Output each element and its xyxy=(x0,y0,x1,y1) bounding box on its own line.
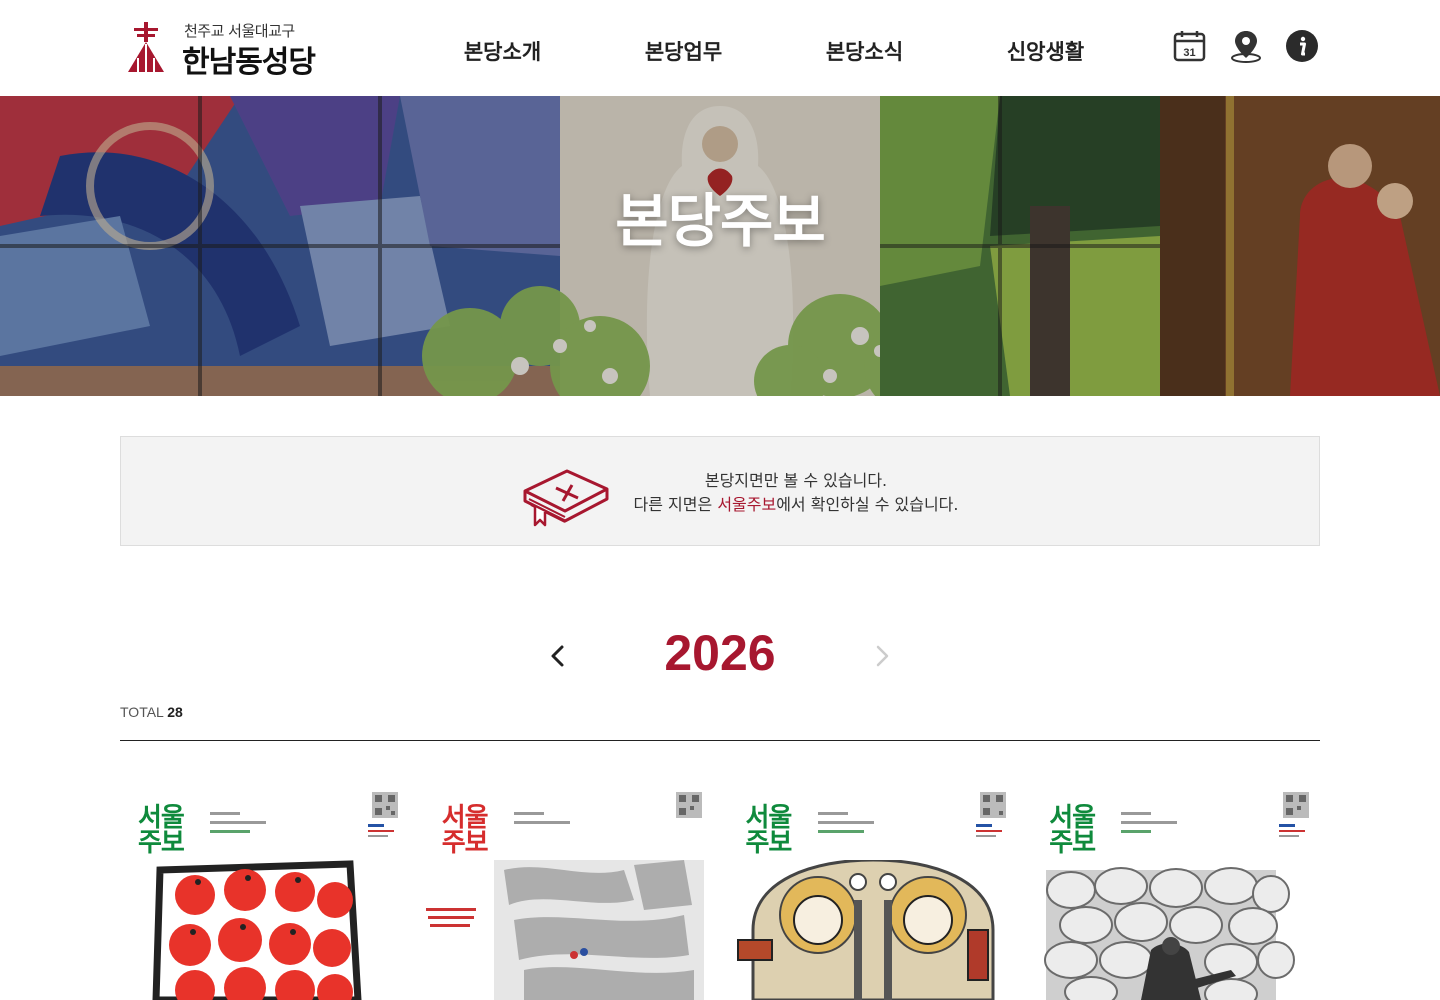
location-pin-icon xyxy=(1231,31,1261,63)
cover-art-image xyxy=(152,860,362,1000)
cover-meta xyxy=(210,812,280,839)
list-divider xyxy=(120,740,1320,741)
cover-title: 서울 주보 xyxy=(1049,805,1096,858)
notice-line-2-suffix: 에서 확인하실 수 있습니다. xyxy=(776,495,959,514)
seoul-bulletin-link[interactable]: 서울주보 xyxy=(717,495,776,514)
cover-meta xyxy=(513,812,584,830)
qr-code-icon xyxy=(1283,792,1310,818)
bulletin-card[interactable]: 서울 주보 xyxy=(727,780,1017,1000)
total-label: TOTAL xyxy=(120,704,164,720)
calendar-day: 31 xyxy=(1183,47,1195,59)
total-number: 28 xyxy=(167,704,183,720)
bulletin-card[interactable]: 서울 주보 xyxy=(120,780,409,1000)
qr-code-icon xyxy=(372,792,398,818)
bible-icon xyxy=(523,469,609,527)
bulletin-list: 서울 주보 서울 주보 서울 주보 서울 주보 xyxy=(120,780,1320,1000)
site-header: 천주교 서울대교구 한남동성당 본당소개 본당업무 본당소식 신앙생활 31 xyxy=(0,0,1440,96)
utility-menu: 31 xyxy=(1172,28,1320,64)
total-count: TOTAL 28 xyxy=(120,704,183,720)
chevron-left-icon xyxy=(551,645,564,667)
cover-title: 서울 주보 xyxy=(745,805,793,858)
cover-tag-icon xyxy=(1279,824,1306,837)
cover-tag-icon xyxy=(368,824,394,837)
qr-code-icon xyxy=(979,792,1006,818)
cover-art-image xyxy=(736,860,994,1000)
bulletin-card[interactable]: 서울 주보 xyxy=(1031,780,1320,1000)
bulletin-card[interactable]: 서울 주보 xyxy=(423,780,713,1000)
location-button[interactable] xyxy=(1228,28,1264,64)
current-year: 2026 xyxy=(664,625,776,681)
site-logo[interactable]: 천주교 서울대교구 한남동성당 xyxy=(124,18,354,80)
logo-title: 한남동성당 xyxy=(182,45,316,80)
nav-item-services[interactable]: 본당업무 xyxy=(593,36,774,66)
cover-title: 서울 주보 xyxy=(441,805,489,858)
next-year-button[interactable] xyxy=(864,638,900,674)
cover-tag-icon xyxy=(975,824,1002,837)
nav-item-about[interactable]: 본당소개 xyxy=(412,36,593,66)
calendar-icon: 31 xyxy=(1173,31,1206,62)
hero-banner: 본당주보 xyxy=(0,96,1440,396)
cover-meta xyxy=(817,812,888,839)
info-icon xyxy=(1286,30,1318,62)
calendar-button[interactable]: 31 xyxy=(1172,28,1208,64)
nav-item-faith-life[interactable]: 신앙생활 xyxy=(955,36,1136,66)
cover-art-image xyxy=(425,860,704,1000)
main-nav: 본당소개 본당업무 본당소식 신앙생활 xyxy=(412,36,1136,66)
cross-logo-icon xyxy=(128,22,164,72)
cover-art-image xyxy=(1044,867,1296,1000)
cover-title: 서울 주보 xyxy=(138,805,185,858)
notice-line-2: 다른 지면은 서울주보에서 확인하실 수 있습니다. xyxy=(621,493,971,517)
cover-meta xyxy=(1121,812,1191,839)
cover-title-line-2: 주보 xyxy=(1049,828,1096,858)
year-navigator: 2026 xyxy=(540,622,900,692)
notice-text: 본당지면만 볼 수 있습니다. 다른 지면은 서울주보에서 확인하실 수 있습니… xyxy=(621,469,971,517)
previous-year-button[interactable] xyxy=(540,638,576,674)
nav-item-news[interactable]: 본당소식 xyxy=(774,36,955,66)
notice-box: 본당지면만 볼 수 있습니다. 다른 지면은 서울주보에서 확인하실 수 있습니… xyxy=(120,436,1320,546)
cover-title-line-2: 주보 xyxy=(745,828,793,858)
notice-line-2-prefix: 다른 지면은 xyxy=(633,495,718,514)
cover-title-line-2: 주보 xyxy=(441,828,489,858)
notice-line-1: 본당지면만 볼 수 있습니다. xyxy=(704,471,888,490)
info-button[interactable] xyxy=(1284,28,1320,64)
page-title: 본당주보 xyxy=(615,187,825,255)
qr-code-icon xyxy=(675,792,702,818)
cover-title-line-2: 주보 xyxy=(138,828,185,858)
chevron-right-icon xyxy=(876,645,889,667)
